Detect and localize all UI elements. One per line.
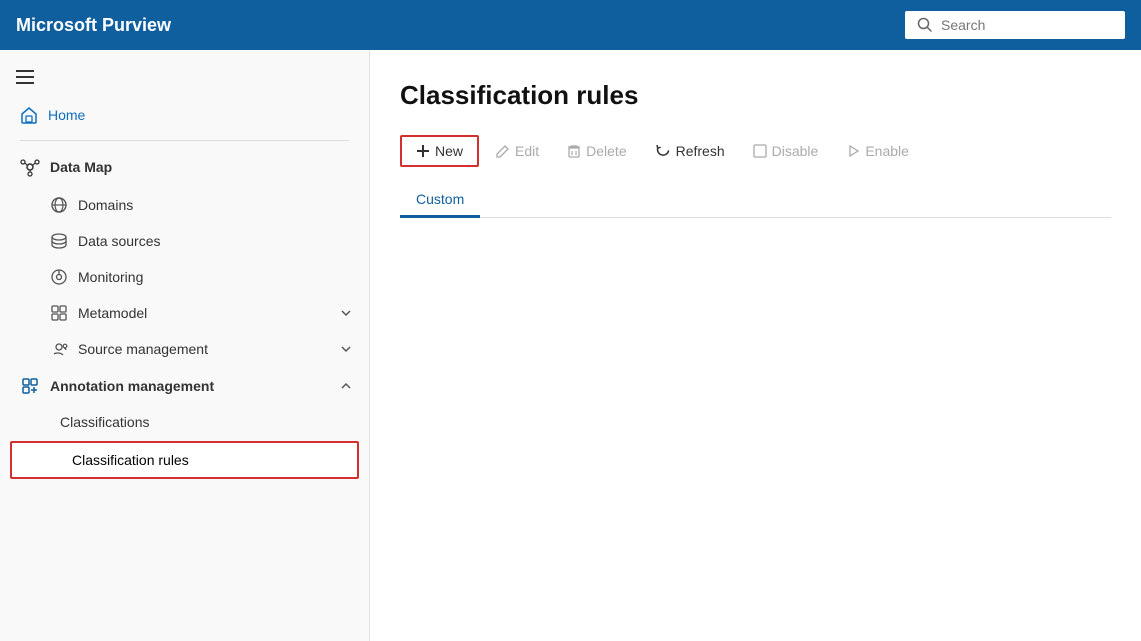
- metamodel-icon: [50, 304, 68, 322]
- sidebar-item-classifications[interactable]: Classifications: [0, 405, 369, 439]
- sidebar-divider-1: [20, 140, 349, 141]
- edit-icon: [495, 144, 510, 159]
- edit-button[interactable]: Edit: [483, 137, 551, 165]
- app-title: Microsoft Purview: [16, 15, 905, 36]
- sidebar-data-sources-label: Data sources: [78, 233, 160, 249]
- sidebar: Home Data Map Domains: [0, 50, 370, 641]
- sidebar-item-data-sources[interactable]: Data sources: [0, 223, 369, 259]
- search-box[interactable]: [905, 11, 1125, 39]
- chevron-up-icon: [339, 379, 353, 393]
- sidebar-metamodel-label: Metamodel: [78, 305, 147, 321]
- sidebar-annotation-management-label: Annotation management: [50, 378, 214, 394]
- sidebar-item-annotation-management[interactable]: Annotation management: [0, 367, 369, 405]
- content-area: Classification rules New Edit: [370, 50, 1141, 641]
- sidebar-monitoring-label: Monitoring: [78, 269, 143, 285]
- app-header: Microsoft Purview: [0, 0, 1141, 50]
- data-sources-icon: [50, 232, 68, 250]
- sidebar-home-label: Home: [48, 107, 85, 123]
- monitoring-icon: [50, 268, 68, 286]
- sidebar-item-home[interactable]: Home: [0, 96, 369, 134]
- tab-custom-label: Custom: [416, 191, 464, 207]
- sidebar-classifications-label: Classifications: [60, 414, 149, 430]
- sidebar-domains-label: Domains: [78, 197, 133, 213]
- sidebar-item-metamodel[interactable]: Metamodel: [0, 295, 369, 331]
- search-input[interactable]: [941, 17, 1113, 33]
- content-body: [400, 218, 1111, 641]
- sidebar-classification-rules-label: Classification rules: [72, 452, 189, 468]
- delete-button[interactable]: Delete: [555, 137, 638, 165]
- new-button[interactable]: New: [400, 135, 479, 167]
- annotation-management-icon: [20, 376, 40, 396]
- hamburger-button[interactable]: [0, 58, 369, 96]
- toolbar: New Edit Delete: [400, 135, 1111, 167]
- disable-icon: [753, 144, 767, 158]
- disable-label: Disable: [772, 143, 819, 159]
- refresh-button[interactable]: Refresh: [643, 137, 737, 165]
- tabs-container: Custom: [400, 183, 1111, 218]
- delete-icon: [567, 144, 581, 159]
- delete-label: Delete: [586, 143, 626, 159]
- home-icon: [20, 106, 38, 124]
- sidebar-item-classification-rules[interactable]: Classification rules: [10, 441, 359, 479]
- enable-label: Enable: [865, 143, 909, 159]
- sidebar-source-management-label: Source management: [78, 341, 208, 357]
- refresh-icon: [655, 143, 671, 159]
- sidebar-item-domains[interactable]: Domains: [0, 187, 369, 223]
- refresh-label: Refresh: [676, 143, 725, 159]
- sidebar-data-map-label: Data Map: [50, 159, 349, 175]
- hamburger-icon: [16, 70, 34, 84]
- domains-icon: [50, 196, 68, 214]
- chevron-down-icon2: [339, 342, 353, 356]
- plus-icon: [416, 144, 430, 158]
- sidebar-item-monitoring[interactable]: Monitoring: [0, 259, 369, 295]
- sidebar-item-data-map[interactable]: Data Map: [0, 147, 369, 187]
- page-title: Classification rules: [400, 80, 1111, 111]
- new-label: New: [435, 143, 463, 159]
- main-layout: Home Data Map Domains: [0, 50, 1141, 641]
- data-map-icon: [20, 157, 40, 177]
- source-management-icon: [50, 340, 68, 358]
- disable-button[interactable]: Disable: [741, 137, 831, 165]
- chevron-down-icon: [339, 306, 353, 320]
- enable-icon: [846, 144, 860, 158]
- enable-button[interactable]: Enable: [834, 137, 921, 165]
- sidebar-item-source-management[interactable]: Source management: [0, 331, 369, 367]
- tab-custom[interactable]: Custom: [400, 183, 480, 218]
- edit-label: Edit: [515, 143, 539, 159]
- search-icon: [917, 17, 933, 33]
